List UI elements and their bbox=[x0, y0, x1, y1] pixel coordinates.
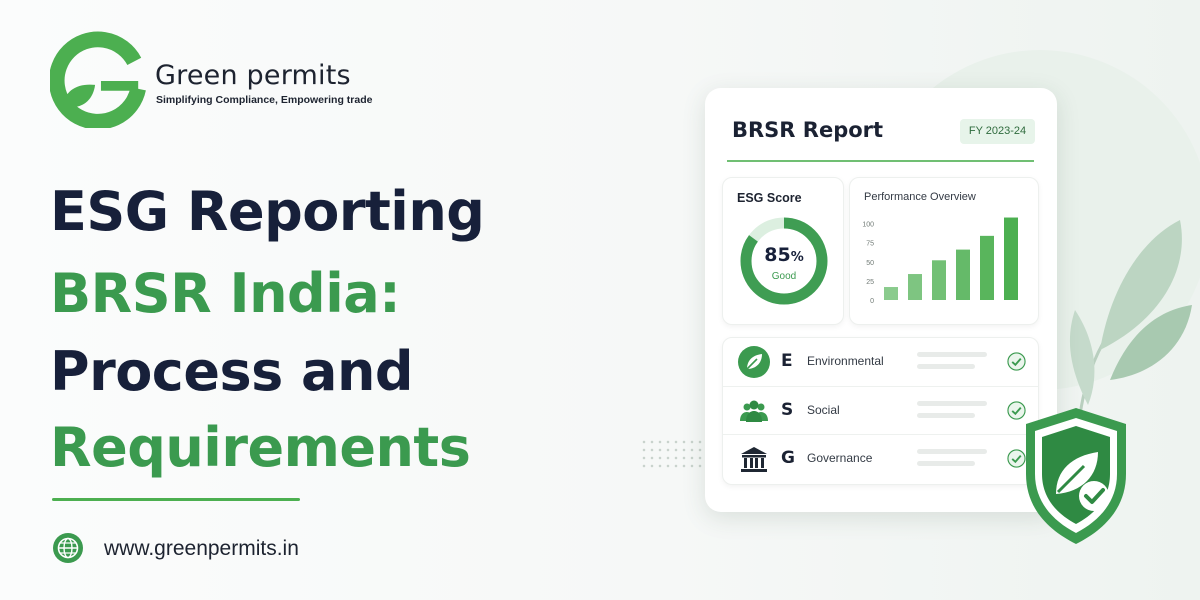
brand-logo-icon bbox=[50, 31, 146, 128]
report-title: BRSR Report bbox=[732, 118, 884, 142]
placeholder-line bbox=[917, 449, 987, 454]
y-tick-label: 50 bbox=[866, 260, 874, 267]
pillar-letter: E bbox=[781, 351, 793, 371]
bar bbox=[908, 274, 922, 300]
esg-score-panel: ESG Score 85% Good bbox=[722, 177, 844, 325]
placeholder-line bbox=[917, 364, 975, 369]
people-icon bbox=[740, 400, 768, 422]
y-tick-label: 25 bbox=[866, 279, 874, 286]
website-link[interactable]: www.greenpermits.in bbox=[104, 537, 299, 561]
performance-panel: Performance Overview 0 25 50 75 100 bbox=[849, 177, 1039, 325]
report-divider bbox=[727, 160, 1034, 162]
placeholder-line bbox=[917, 461, 975, 466]
y-tick-label: 75 bbox=[866, 241, 874, 248]
performance-title: Performance Overview bbox=[864, 191, 976, 203]
list-item[interactable]: E Environmental bbox=[723, 338, 1038, 385]
bar bbox=[980, 235, 994, 300]
leaf-icon bbox=[738, 346, 770, 378]
globe-icon bbox=[53, 533, 83, 563]
headline-line-2: BRSR India: bbox=[50, 262, 401, 325]
headline-line-3: Process and bbox=[50, 340, 414, 403]
y-tick-label: 0 bbox=[870, 298, 874, 305]
placeholder-line bbox=[917, 401, 987, 406]
brsr-report-card: BRSR Report FY 2023-24 ESG Score 85% Goo… bbox=[705, 88, 1057, 512]
fiscal-year-badge: FY 2023-24 bbox=[960, 119, 1035, 144]
bar bbox=[884, 287, 898, 300]
esg-score-title: ESG Score bbox=[737, 191, 802, 205]
list-item[interactable]: S Social bbox=[723, 386, 1038, 434]
pillar-label: Governance bbox=[807, 451, 873, 465]
performance-bar-chart: 0 25 50 75 100 bbox=[862, 217, 1018, 305]
pillar-label: Social bbox=[807, 403, 840, 417]
bar bbox=[932, 260, 946, 300]
bar bbox=[1004, 217, 1018, 300]
shield-leaf-check-icon bbox=[1026, 408, 1126, 544]
esg-pillars-list: E Environmental S Social G Governance bbox=[722, 337, 1039, 485]
brand-name: Green permits bbox=[155, 60, 351, 91]
brand-tagline: Simplifying Compliance, Empowering trade bbox=[156, 94, 373, 106]
esg-score-value: 85% bbox=[764, 244, 804, 266]
headline-line-1: ESG Reporting bbox=[50, 180, 485, 243]
pillar-letter: G bbox=[781, 448, 795, 468]
institution-icon bbox=[741, 447, 767, 472]
list-item[interactable]: G Governance bbox=[723, 434, 1038, 482]
bar bbox=[956, 249, 970, 300]
esg-score-rating: Good bbox=[771, 271, 797, 282]
pillar-label: Environmental bbox=[807, 354, 884, 368]
check-icon bbox=[1007, 352, 1026, 371]
placeholder-line bbox=[917, 413, 975, 418]
placeholder-line bbox=[917, 352, 987, 357]
headline-line-4: Requirements bbox=[50, 416, 471, 479]
pillar-letter: S bbox=[781, 400, 794, 420]
y-tick-label: 100 bbox=[862, 222, 874, 229]
decorative-dot-grid bbox=[640, 438, 704, 472]
headline-divider bbox=[52, 498, 300, 501]
